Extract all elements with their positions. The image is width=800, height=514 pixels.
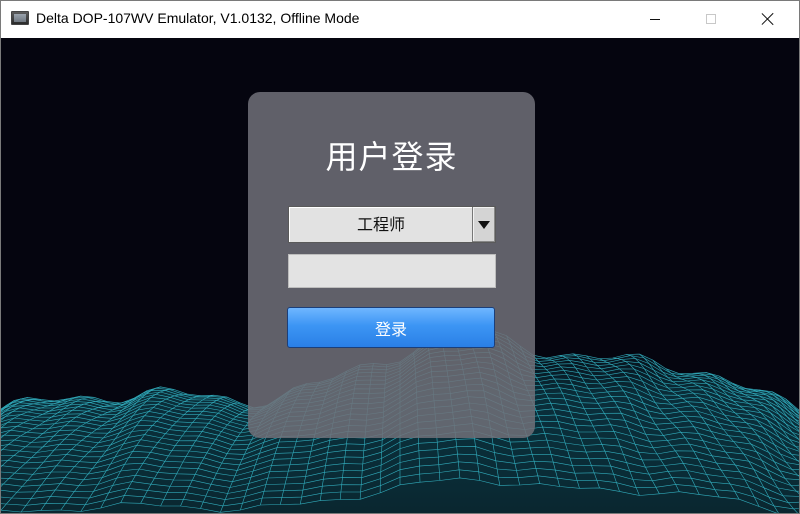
login-title: 用户登录 [325, 138, 458, 176]
login-panel: 用户登录 工程师 登录 [248, 92, 535, 438]
minimize-button[interactable] [632, 1, 678, 37]
login-button[interactable]: 登录 [287, 307, 495, 348]
emulator-window: Delta DOP-107WV Emulator, V1.0132, Offli… [0, 0, 800, 514]
title-bar[interactable]: Delta DOP-107WV Emulator, V1.0132, Offli… [1, 1, 799, 37]
user-role-dropdown-button[interactable] [472, 207, 495, 242]
user-role-select[interactable]: 工程师 [288, 206, 496, 243]
minimize-icon [650, 18, 660, 20]
password-field[interactable] [288, 254, 496, 288]
maximize-button[interactable] [688, 1, 734, 37]
user-role-value: 工程师 [356, 215, 405, 234]
chevron-down-icon [478, 220, 490, 229]
maximize-icon [706, 14, 716, 24]
close-icon [761, 12, 775, 26]
hmi-screen-icon [11, 11, 29, 25]
close-button[interactable] [745, 1, 791, 37]
window-title: Delta DOP-107WV Emulator, V1.0132, Offli… [36, 10, 360, 26]
hmi-screen: 用户登录 工程师 登录 [1, 38, 799, 513]
